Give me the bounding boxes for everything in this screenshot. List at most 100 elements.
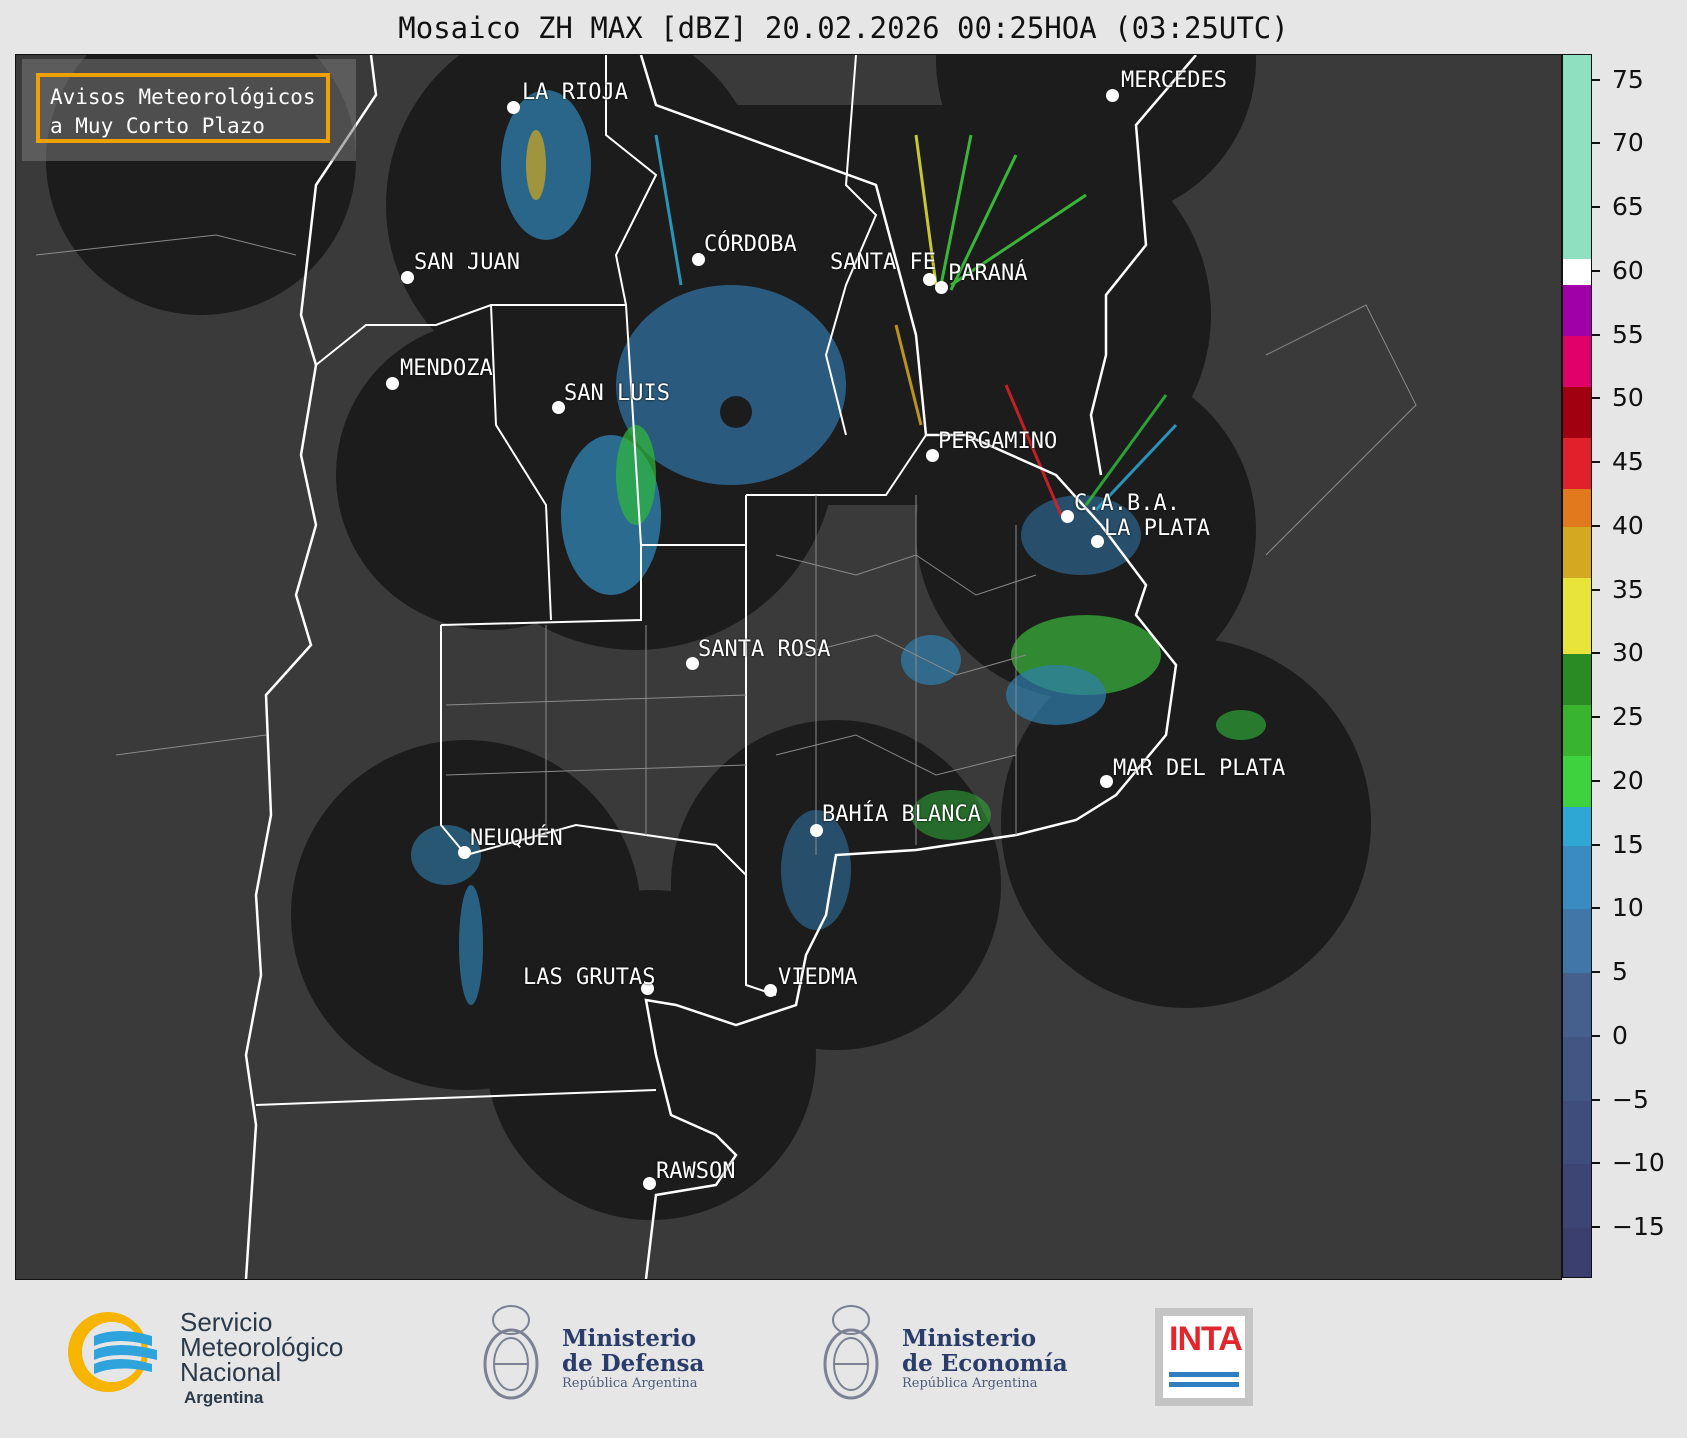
colorbar-tick-label: 15 — [1612, 829, 1644, 859]
inta-stripe-icon — [1169, 1382, 1239, 1387]
city-label-santa-fe: SANTA FE — [830, 250, 936, 275]
city-marker-mendoza[interactable] — [386, 377, 399, 390]
city-marker-san-juan[interactable] — [401, 271, 414, 284]
city-label-bahia-blanca: BAHÍA BLANCA — [822, 802, 981, 827]
city-marker-mercedes[interactable] — [1106, 89, 1119, 102]
city-label-mar-del-plata: MAR DEL PLATA — [1113, 756, 1286, 781]
city-marker-parana[interactable] — [935, 281, 948, 294]
colorbar-tick — [1592, 1226, 1600, 1228]
colorbar-segment — [1563, 845, 1591, 910]
city-label-san-juan: SAN JUAN — [414, 250, 520, 275]
inta-stripe-icon — [1169, 1372, 1239, 1377]
defensa-line-2: de Defensa — [562, 1350, 705, 1377]
colorbar-tick-label: 30 — [1612, 638, 1644, 668]
colorbar-tick-label: 20 — [1612, 765, 1644, 795]
colorbar-tick — [1592, 779, 1600, 782]
city-marker-viedma[interactable] — [764, 984, 777, 997]
colorbar-tick-label: 55 — [1612, 319, 1644, 349]
city-label-parana: PARANÁ — [948, 261, 1028, 286]
coat-of-arms-icon — [483, 1305, 539, 1400]
colorbar-segment — [1563, 1228, 1591, 1277]
colorbar-segment — [1563, 55, 1591, 259]
colorbar-segment — [1563, 807, 1591, 846]
colorbar-segment — [1563, 909, 1591, 973]
city-label-san-luis: SAN LUIS — [564, 381, 670, 406]
colorbar-tick — [1592, 397, 1600, 400]
inta-logo-inner: INTA — [1163, 1316, 1245, 1398]
city-label-neuquen: NEUQUÉN — [470, 826, 563, 851]
defensa-line-3: República Argentina — [562, 1376, 698, 1391]
city-marker-la-plata[interactable] — [1091, 535, 1104, 548]
city-label-mendoza: MENDOZA — [400, 356, 493, 381]
colorbar-tick-label: 60 — [1612, 255, 1644, 285]
colorbar-tick — [1592, 461, 1600, 463]
economia-logo[interactable]: Ministerio de Economía República Argenti… — [820, 1298, 1080, 1418]
colorbar-tick — [1592, 971, 1600, 973]
colorbar-segment — [1563, 1164, 1591, 1228]
map-title: Mosaico ZH MAX [dBZ] 20.02.2026 00:25HOA… — [398, 11, 1289, 45]
colorbar-segment — [1563, 437, 1591, 489]
colorbar-tick-label: −15 — [1612, 1212, 1665, 1241]
colorbar-tick-label: 70 — [1612, 128, 1644, 158]
city-label-pergamino: PERGAMINO — [938, 429, 1058, 454]
colorbar-tick-label: 50 — [1612, 383, 1644, 413]
colorbar-segment — [1563, 284, 1591, 336]
dbz-colorbar — [1562, 54, 1592, 1278]
notice-box[interactable]: Avisos Meteorológicos a Muy Corto Plazo — [36, 73, 330, 143]
notice-panel: Avisos Meteorológicos a Muy Corto Plazo — [22, 59, 356, 161]
colorbar-tick-label: −5 — [1612, 1084, 1649, 1114]
smn-line-4: Argentina — [184, 1388, 264, 1407]
colorbar-segment — [1563, 756, 1591, 808]
city-label-cordoba: CÓRDOBA — [704, 232, 797, 257]
colorbar-tick-label: −10 — [1612, 1148, 1665, 1178]
city-marker-rawson[interactable] — [643, 1177, 656, 1190]
notice-line-1: Avisos Meteorológicos — [50, 85, 316, 109]
city-label-santa-rosa: SANTA ROSA — [698, 637, 831, 662]
defensa-line-1: Ministerio — [562, 1325, 697, 1352]
coat-of-arms-icon — [823, 1305, 879, 1400]
colorbar-tick — [1592, 1162, 1600, 1165]
city-label-caba: C.A.B.A. — [1074, 491, 1180, 516]
colorbar-tick-label: 45 — [1612, 447, 1644, 476]
colorbar-tick — [1592, 524, 1600, 527]
city-marker-caba[interactable] — [1061, 510, 1074, 523]
colorbar-tick — [1592, 206, 1600, 208]
smn-logo-icon — [68, 1312, 157, 1392]
colorbar-tick — [1592, 1098, 1600, 1101]
defensa-logo[interactable]: Ministerio de Defensa República Argentin… — [480, 1298, 740, 1418]
colorbar-segment — [1563, 705, 1591, 757]
colorbar-segment — [1563, 1036, 1591, 1101]
city-marker-la-rioja[interactable] — [507, 101, 520, 114]
colorbar-tick — [1592, 907, 1600, 910]
city-label-mercedes: MERCEDES — [1121, 68, 1227, 93]
colorbar-tick — [1592, 1034, 1600, 1037]
city-label-viedma: VIEDMA — [778, 965, 858, 990]
colorbar-tick-label: 75 — [1612, 64, 1644, 94]
city-marker-mar-del-plata[interactable] — [1100, 775, 1113, 788]
colorbar-tick-label: 10 — [1612, 893, 1644, 923]
colorbar-segment — [1563, 386, 1591, 438]
city-label-la-plata: LA PLATA — [1104, 516, 1210, 541]
colorbar-segment — [1563, 259, 1591, 285]
inta-logo[interactable]: INTA — [1155, 1308, 1253, 1406]
colorbar-tick-label: 65 — [1612, 192, 1644, 221]
economia-line-3: República Argentina — [902, 1376, 1038, 1391]
economia-line-1: Ministerio — [902, 1325, 1037, 1352]
colorbar-tick-label: 5 — [1612, 957, 1628, 986]
smn-logo[interactable]: Servicio Meteorológico Nacional Argentin… — [62, 1306, 422, 1407]
inta-text: INTA — [1169, 1320, 1243, 1358]
smn-line-3: Nacional — [180, 1357, 282, 1387]
colorbar-tick-label: 25 — [1612, 702, 1644, 731]
colorbar-segment — [1563, 577, 1591, 655]
colorbar-tick — [1592, 843, 1600, 846]
colorbar-tick — [1592, 652, 1600, 655]
colorbar-tick — [1592, 716, 1600, 718]
city-label-las-grutas: LAS GRUTAS — [523, 965, 656, 990]
colorbar-tick-label: 0 — [1612, 1020, 1628, 1050]
city-label-rawson: RAWSON — [656, 1159, 736, 1184]
footer-logos: Servicio Meteorológico Nacional Argentin… — [0, 1278, 1687, 1438]
colorbar-tick — [1592, 142, 1600, 145]
colorbar-segment — [1563, 488, 1591, 527]
radar-map[interactable]: Avisos Meteorológicos a Muy Corto Plazo … — [15, 54, 1562, 1280]
colorbar-tick — [1592, 269, 1600, 272]
